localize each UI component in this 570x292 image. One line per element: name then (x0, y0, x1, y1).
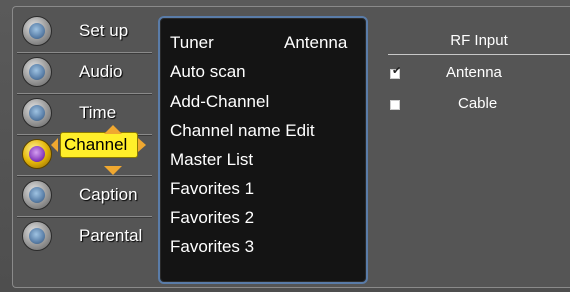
submenu-item-tuner[interactable]: Tuner (170, 33, 214, 53)
category-label-selected: Channel (64, 135, 128, 154)
submenu-label: Favorites 1 (170, 179, 255, 198)
submenu-item-auto-scan[interactable]: Auto scan (170, 62, 246, 82)
category-divider (17, 175, 152, 177)
category-divider (17, 52, 152, 54)
category-label: Audio (79, 62, 123, 81)
category-item-time[interactable]: Time (17, 96, 152, 132)
channel-submenu: Tuner Antenna Auto scan Add-Channel Chan… (158, 16, 368, 284)
tuner-value: Antenna (284, 33, 348, 52)
arrow-left-icon (51, 138, 58, 152)
option-label: Cable (458, 95, 498, 112)
options-divider (388, 54, 570, 55)
submenu-item-add-channel[interactable]: Add-Channel (170, 92, 269, 112)
submenu-item-master-list[interactable]: Master List (170, 150, 253, 170)
gears-icon (22, 16, 52, 46)
tv-menu-screen: Set up Audio Time Caption Parental Chann… (0, 0, 570, 292)
submenu-item-favorites-2[interactable]: Favorites 2 (170, 208, 254, 228)
clock-icon (22, 98, 52, 128)
selected-category-highlight[interactable]: Channel (60, 132, 138, 158)
option-label: Antenna (446, 64, 502, 81)
category-label: Set up (79, 21, 129, 40)
check-icon: ✔ (392, 65, 402, 77)
submenu-item-favorites-3[interactable]: Favorites 3 (170, 237, 254, 257)
arrow-down-icon (104, 166, 122, 175)
option-cable[interactable]: Cable (376, 95, 570, 117)
checkbox-unchecked[interactable] (390, 100, 400, 110)
submenu-label: Auto scan (170, 62, 246, 81)
arrow-up-icon (104, 125, 122, 134)
submenu-label: Channel name Edit (170, 121, 315, 140)
arrow-right-icon (138, 138, 146, 152)
submenu-item-favorites-1[interactable]: Favorites 1 (170, 179, 254, 199)
category-item-parental[interactable]: Parental (17, 219, 152, 255)
category-item-caption[interactable]: Caption (17, 178, 152, 214)
parental-lock-icon (22, 221, 52, 251)
checkbox-checked[interactable]: ✔ (390, 65, 402, 79)
submenu-label: Add-Channel (170, 92, 270, 111)
submenu-label: Tuner (170, 33, 214, 52)
speaker-icon (22, 57, 52, 87)
category-divider (17, 216, 152, 218)
options-header: RF Input (450, 32, 508, 49)
option-antenna[interactable]: ✔ Antenna (376, 64, 570, 86)
category-divider (17, 93, 152, 95)
category-label: Time (79, 103, 117, 122)
category-label: Caption (79, 185, 138, 204)
submenu-label: Favorites 3 (170, 237, 255, 256)
submenu-label: Master List (170, 150, 254, 169)
submenu-label: Favorites 2 (170, 208, 255, 227)
submenu-item-channel-name-edit[interactable]: Channel name Edit (170, 121, 315, 141)
caption-icon (22, 180, 52, 210)
category-item-setup[interactable]: Set up (17, 14, 152, 50)
category-item-audio[interactable]: Audio (17, 55, 152, 91)
rf-input-panel: RF Input ✔ Antenna Cable (376, 16, 570, 284)
category-label: Parental (79, 226, 143, 245)
satellite-dish-icon (22, 139, 52, 169)
